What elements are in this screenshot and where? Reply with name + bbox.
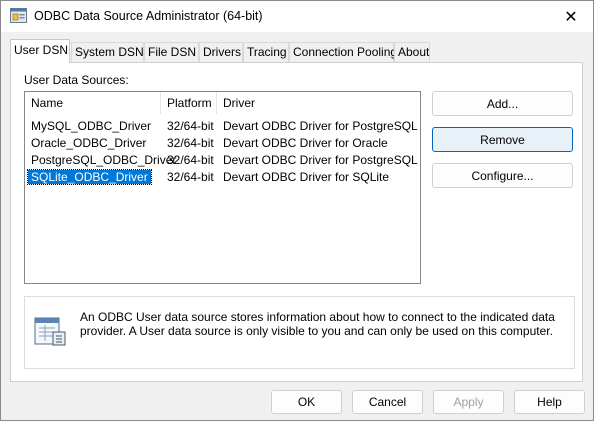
list-item-selected[interactable]: SQLite_ODBC_Driver 32/64-bit Devart ODBC… bbox=[25, 169, 420, 186]
tab-about[interactable]: About bbox=[394, 42, 430, 62]
ok-button[interactable]: OK bbox=[271, 390, 342, 414]
odbc-admin-window: ODBC Data Source Administrator (64-bit) … bbox=[0, 0, 594, 421]
tab-tracing[interactable]: Tracing bbox=[243, 42, 289, 62]
tab-file-dsn[interactable]: File DSN bbox=[144, 42, 199, 62]
column-header-platform[interactable]: Platform bbox=[161, 92, 217, 114]
dsn-driver: Devart ODBC Driver for SQLite bbox=[223, 170, 390, 184]
user-data-sources-list[interactable]: Name Platform Driver MySQL_ODBC_Driver 3… bbox=[24, 91, 421, 284]
ok-button-label: OK bbox=[297, 395, 316, 409]
close-button[interactable]: ✕ bbox=[549, 1, 593, 32]
dsn-platform: 32/64-bit bbox=[167, 170, 214, 184]
configure-button[interactable]: Configure... bbox=[432, 163, 573, 188]
dsn-driver: Devart ODBC Driver for Oracle bbox=[223, 136, 388, 150]
dsn-name: Oracle_ODBC_Driver bbox=[31, 136, 147, 150]
info-box: An ODBC User data source stores informat… bbox=[24, 296, 575, 369]
help-button[interactable]: Help bbox=[514, 390, 585, 414]
data-source-info-icon bbox=[34, 317, 66, 346]
title-bar: ODBC Data Source Administrator (64-bit) … bbox=[1, 1, 593, 32]
selected-dsn-name: SQLite_ODBC_Driver bbox=[27, 169, 152, 185]
dsn-driver: Devart ODBC Driver for PostgreSQL bbox=[223, 119, 418, 133]
help-button-label: Help bbox=[537, 395, 562, 409]
cancel-button[interactable]: Cancel bbox=[352, 390, 423, 414]
dsn-name: PostgreSQL_ODBC_Driver bbox=[31, 153, 177, 167]
dsn-platform: 32/64-bit bbox=[167, 119, 214, 133]
list-header: Name Platform Driver bbox=[25, 92, 420, 114]
tab-connection-pooling[interactable]: Connection Pooling bbox=[289, 42, 397, 62]
user-data-sources-label: User Data Sources: bbox=[24, 73, 129, 87]
column-header-name[interactable]: Name bbox=[25, 92, 161, 114]
configure-button-label: Configure... bbox=[471, 168, 534, 183]
dsn-driver: Devart ODBC Driver for PostgreSQL bbox=[223, 153, 418, 167]
remove-button[interactable]: Remove bbox=[432, 127, 573, 152]
list-item[interactable]: Oracle_ODBC_Driver 32/64-bit Devart ODBC… bbox=[25, 135, 420, 152]
odbc-app-icon bbox=[10, 8, 27, 23]
dsn-platform: 32/64-bit bbox=[167, 153, 214, 167]
column-header-driver[interactable]: Driver bbox=[217, 92, 420, 114]
apply-button-label: Apply bbox=[453, 395, 484, 409]
window-title: ODBC Data Source Administrator (64-bit) bbox=[34, 9, 263, 23]
info-description: An ODBC User data source stores informat… bbox=[80, 310, 555, 338]
user-dsn-panel: User Data Sources: Name Platform Driver … bbox=[10, 62, 583, 382]
dsn-platform: 32/64-bit bbox=[167, 136, 214, 150]
tab-system-dsn[interactable]: System DSN bbox=[71, 42, 144, 62]
close-icon: ✕ bbox=[564, 8, 578, 26]
cancel-button-label: Cancel bbox=[368, 395, 407, 409]
list-item[interactable]: PostgreSQL_ODBC_Driver 32/64-bit Devart … bbox=[25, 152, 420, 169]
apply-button[interactable]: Apply bbox=[433, 390, 504, 414]
list-item[interactable]: MySQL_ODBC_Driver 32/64-bit Devart ODBC … bbox=[25, 118, 420, 135]
add-button-label: Add... bbox=[486, 96, 519, 111]
add-button[interactable]: Add... bbox=[432, 91, 573, 116]
tab-user-dsn[interactable]: User DSN bbox=[10, 39, 70, 63]
dsn-name: MySQL_ODBC_Driver bbox=[31, 119, 152, 133]
dsn-name: SQLite_ODBC_Driver bbox=[25, 169, 161, 186]
remove-button-label: Remove bbox=[480, 132, 525, 147]
tab-drivers[interactable]: Drivers bbox=[199, 42, 243, 62]
